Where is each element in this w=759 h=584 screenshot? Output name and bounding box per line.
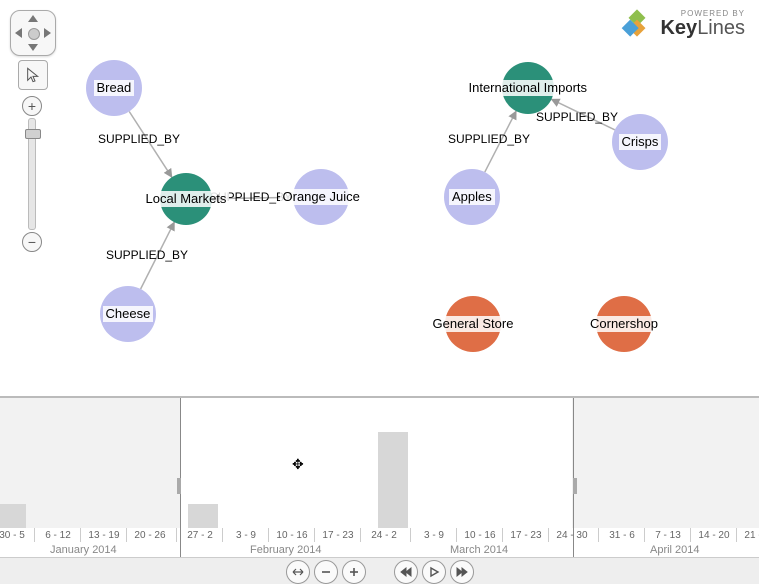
keylines-mark-icon xyxy=(620,6,654,40)
pan-down-icon[interactable] xyxy=(28,44,38,51)
graph-canvas[interactable]: SUPPLIED_BY SUPPLIED_BY SUPPLIED_BY SUPPLIE… xyxy=(0,0,759,396)
timeline-bar xyxy=(0,504,26,528)
pan-center-icon[interactable] xyxy=(28,28,40,40)
timeline-tick: 10 - 16 xyxy=(456,528,503,542)
keylines-name: KeyLines xyxy=(660,18,745,38)
pan-right-icon[interactable] xyxy=(44,28,51,38)
timeline-chart[interactable]: ✥ xyxy=(0,398,759,528)
timeline-shade-left xyxy=(0,398,180,528)
zoom-control: + − xyxy=(22,96,42,252)
edge xyxy=(212,197,293,198)
node-general[interactable] xyxy=(445,296,501,352)
edge xyxy=(485,111,516,172)
node-apples[interactable] xyxy=(444,169,500,225)
timeline-tick: 3 - 9 xyxy=(410,528,457,542)
zoom-handle[interactable] xyxy=(25,129,41,139)
node-local[interactable] xyxy=(160,173,212,225)
timeline-play-button[interactable] xyxy=(422,560,446,584)
node-crisps[interactable] xyxy=(612,114,668,170)
timeline-tick: 6 - 12 xyxy=(34,528,81,542)
node-bread[interactable] xyxy=(86,60,142,116)
keylines-logo: POWERED BY KeyLines xyxy=(620,6,745,40)
timeline-tick: 7 - 13 xyxy=(644,528,691,542)
timeline-tick: 24 - 30 xyxy=(548,528,595,542)
node-intl[interactable] xyxy=(502,62,554,114)
edge-label: SUPPLIED_BY xyxy=(536,110,618,124)
edge xyxy=(141,222,175,289)
timeline-month-label: January 2014 xyxy=(50,544,117,556)
timeline-tick: 14 - 20 xyxy=(690,528,737,542)
timeline-tick: 31 - 6 xyxy=(598,528,645,542)
timeline-zoom-out-button[interactable] xyxy=(314,560,338,584)
timeline-grip-right[interactable] xyxy=(573,478,577,494)
zoom-in-button[interactable]: + xyxy=(22,96,42,116)
node-cheese[interactable] xyxy=(100,286,156,342)
timeline-tick: 21 - 27 xyxy=(736,528,759,542)
pointer-icon xyxy=(25,67,41,83)
timeline-tick: 27 - 2 xyxy=(176,528,223,542)
timeline-tick: 17 - 23 xyxy=(314,528,361,542)
pan-control[interactable] xyxy=(10,10,56,56)
timeline-month-label: March 2014 xyxy=(450,544,508,556)
timeline-tick: 17 - 23 xyxy=(502,528,549,542)
timeline-controls xyxy=(0,557,759,584)
zoom-out-button[interactable]: − xyxy=(22,232,42,252)
timeline-zoom-in-button[interactable] xyxy=(342,560,366,584)
node-orange[interactable] xyxy=(293,169,349,225)
edge-label: SUPPLIED_BY xyxy=(98,132,180,146)
edge-label: SUPPLIED_BY xyxy=(106,248,188,262)
timeline[interactable]: ✥ 30 - 56 - 1213 - 1920 - 2627 - 23 - 91… xyxy=(0,396,759,584)
edge xyxy=(551,99,614,130)
timeline-rewind-button[interactable] xyxy=(394,560,418,584)
timeline-tick: 20 - 26 xyxy=(126,528,173,542)
node-corner[interactable] xyxy=(596,296,652,352)
timeline-tick: 13 - 19 xyxy=(80,528,127,542)
edge-label: SUPPLIED_BY xyxy=(210,190,292,204)
pan-up-icon[interactable] xyxy=(28,15,38,22)
timeline-grip-left[interactable] xyxy=(177,478,181,494)
timeline-tick: 30 - 5 xyxy=(0,528,35,542)
zoom-slider[interactable] xyxy=(28,118,36,230)
timeline-fit-button[interactable] xyxy=(286,560,310,584)
timeline-month-label: February 2014 xyxy=(250,544,322,556)
edge-label: SUPPLIED_BY xyxy=(448,132,530,146)
timeline-shade-right xyxy=(572,398,759,528)
timeline-tick: 24 - 2 xyxy=(360,528,407,542)
timeline-month-label: April 2014 xyxy=(650,544,700,556)
timeline-tick: 3 - 9 xyxy=(222,528,269,542)
edge xyxy=(129,111,172,177)
timeline-axis: 30 - 56 - 1213 - 1920 - 2627 - 23 - 910 … xyxy=(0,528,759,558)
pan-left-icon[interactable] xyxy=(15,28,22,38)
timeline-forward-button[interactable] xyxy=(450,560,474,584)
timeline-tick: 10 - 16 xyxy=(268,528,315,542)
pointer-tool-button[interactable] xyxy=(18,60,48,90)
